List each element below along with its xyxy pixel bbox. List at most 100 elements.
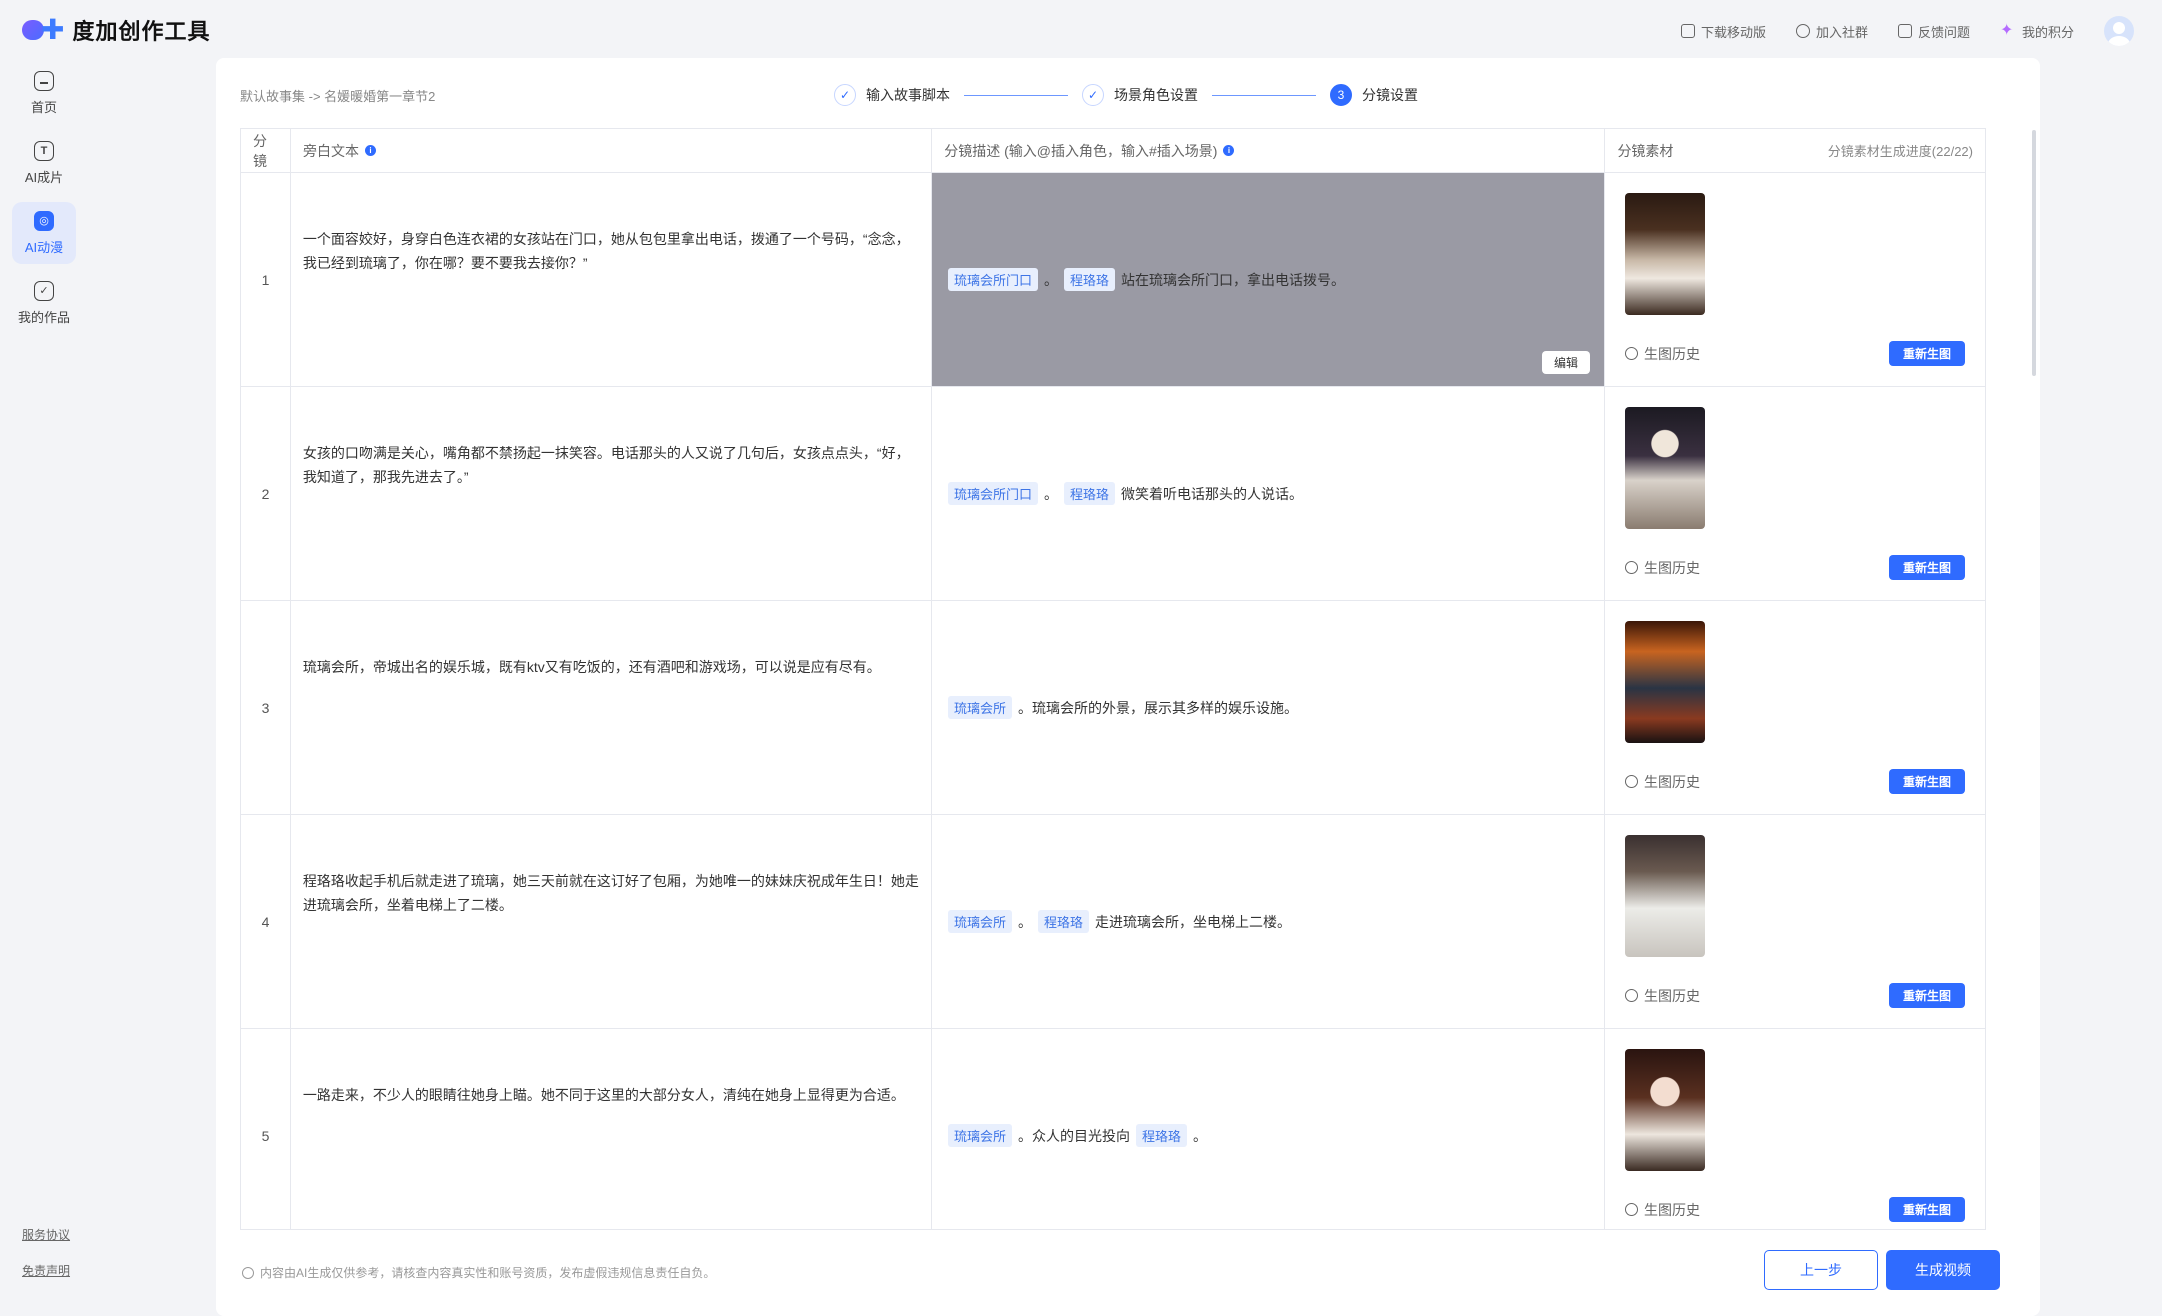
description-text: 。 [1018, 913, 1032, 930]
check-icon: ✓ [34, 280, 54, 301]
info-icon[interactable]: i [364, 145, 376, 156]
history-link[interactable]: 生图历史 [1625, 558, 1700, 578]
entity-tag[interactable]: 琉璃会所 [947, 696, 1012, 719]
logo-icon: ✚ [22, 16, 64, 44]
phone-icon [1680, 24, 1695, 38]
history-link[interactable]: 生图历史 [1625, 772, 1700, 792]
clock-icon [1625, 347, 1638, 360]
header-shot: 分镜 [241, 129, 291, 172]
sidebar-item-label: 首页 [30, 99, 57, 115]
entity-tag[interactable]: 琉璃会所门口 [947, 268, 1038, 291]
regenerate-button[interactable]: 重新生图 [1888, 1197, 1965, 1222]
home-icon [34, 70, 54, 91]
narration-cell[interactable]: 琉璃会所，帝城出名的娱乐城，既有ktv又有吃饭的，还有酒吧和游戏场，可以说是应有… [291, 601, 932, 814]
sidebar-item-ai-anime[interactable]: ◎ AI动漫 [12, 202, 76, 264]
table-row: 4 程珞珞收起手机后就走进了琉璃，她三天前就在这订好了包厢，为她唯一的妹妹庆祝成… [241, 815, 1985, 1029]
my-points-link[interactable]: ✦ 我的积分 [2000, 22, 2074, 41]
step-storyboard[interactable]: 3 分镜设置 [1330, 84, 1418, 106]
header-description-label: 分镜描述 (输入@插入角色，输入#插入场景) [944, 142, 1218, 159]
history-label: 生图历史 [1644, 345, 1700, 362]
description-text: 。 [1044, 271, 1058, 288]
description-content: 琉璃会所门口。程珞珞 微笑着听电话那头的人说话。 [947, 482, 1303, 505]
description-content: 琉璃会所门口。程珞珞 站在琉璃会所门口，拿出电话拨号。 [947, 268, 1345, 291]
description-cell[interactable]: 琉璃会所 。众人的目光投向 程珞珞。 [932, 1029, 1605, 1229]
check-icon: ✓ [834, 84, 856, 106]
sidebar-item-ai-film[interactable]: T AI成片 [12, 132, 76, 194]
description-cell[interactable]: 琉璃会所 。琉璃会所的外景，展示其多样的娱乐设施。 [932, 601, 1605, 814]
asset-cell: 生图历史 重新生图 [1605, 601, 1985, 814]
breadcrumb: 默认故事集 -> 名媛暖婚第一章节2 [240, 89, 436, 104]
description-text: 。琉璃会所的外景，展示其多样的娱乐设施。 [1018, 699, 1298, 716]
description-content: 琉璃会所。程珞珞 走进琉璃会所，坐电梯上二楼。 [947, 910, 1291, 933]
history-label: 生图历史 [1644, 559, 1700, 576]
table-row: 5 一路走来，不少人的眼睛往她身上瞄。她不同于这里的大部分女人，清纯在她身上显得… [241, 1029, 1985, 1229]
sidebar-item-my-works[interactable]: ✓ 我的作品 [12, 272, 76, 334]
narration-cell[interactable]: 程珞珞收起手机后就走进了琉璃，她三天前就在这订好了包厢，为她唯一的妹妹庆祝成年生… [291, 815, 932, 1028]
shot-index: 5 [241, 1029, 291, 1229]
step-label: 场景角色设置 [1114, 87, 1198, 103]
asset-cell: 生图历史 重新生图 [1605, 815, 1985, 1028]
narration-cell[interactable]: 一个面容姣好，身穿白色连衣裙的女孩站在门口，她从包包里拿出电话，拨通了一个号码，… [291, 173, 932, 386]
step-indicator: ✓ 输入故事脚本 ✓ 场景角色设置 3 分镜设置 [834, 84, 1418, 106]
edit-icon [1897, 24, 1912, 38]
download-mobile-link[interactable]: 下载移动版 [1680, 22, 1766, 41]
sidebar-item-home[interactable]: 首页 [12, 62, 76, 124]
storyboard-thumbnail[interactable] [1625, 835, 1705, 957]
header-asset-label: 分镜素材 [1617, 142, 1674, 159]
storyboard-thumbnail[interactable] [1625, 193, 1705, 315]
generate-video-button[interactable]: 生成视频 [1886, 1250, 2000, 1290]
avatar[interactable] [2104, 16, 2134, 46]
description-text: 。 [1193, 1127, 1208, 1144]
history-label: 生图历史 [1644, 1201, 1700, 1218]
app-logo[interactable]: ✚ 度加创作工具 [22, 14, 210, 46]
info-icon[interactable]: i [1223, 145, 1235, 156]
regenerate-button[interactable]: 重新生图 [1888, 769, 1965, 794]
asset-actions: 生图历史 重新生图 [1625, 769, 1965, 794]
history-link[interactable]: 生图历史 [1625, 986, 1700, 1006]
history-link[interactable]: 生图历史 [1625, 344, 1700, 364]
disclaimer-link[interactable]: 免责声明 [22, 1262, 70, 1279]
step-scene-role[interactable]: ✓ 场景角色设置 [1082, 84, 1198, 106]
table-row: 2 女孩的口吻满是关心，嘴角都不禁扬起一抹笑容。电话那头的人又说了几句后，女孩点… [241, 387, 1985, 601]
history-link[interactable]: 生图历史 [1625, 1200, 1700, 1220]
narration-cell[interactable]: 一路走来，不少人的眼睛往她身上瞄。她不同于这里的大部分女人，清纯在她身上显得更为… [291, 1029, 932, 1229]
feedback-link[interactable]: 反馈问题 [1897, 22, 1970, 41]
join-community-link[interactable]: 加入社群 [1795, 22, 1868, 41]
shot-index: 3 [241, 601, 291, 814]
header-narration: 旁白文本 i [291, 129, 933, 172]
entity-tag[interactable]: 程珞珞 [1064, 268, 1116, 291]
description-text: 。 [1044, 485, 1058, 502]
storyboard-thumbnail[interactable] [1625, 407, 1705, 529]
regenerate-button[interactable]: 重新生图 [1888, 341, 1965, 366]
chat-icon [1795, 24, 1810, 38]
description-content: 琉璃会所 。众人的目光投向 程珞珞。 [947, 1124, 1208, 1147]
shot-index: 2 [241, 387, 291, 600]
asset-actions: 生图历史 重新生图 [1625, 1197, 1965, 1222]
description-cell[interactable]: 琉璃会所。程珞珞 走进琉璃会所，坐电梯上二楼。 [932, 815, 1605, 1028]
asset-progress: 分镜素材生成进度(22/22) [1827, 144, 1973, 159]
edit-button[interactable]: 编辑 [1541, 351, 1590, 374]
step-divider [1212, 94, 1316, 96]
clock-icon [1625, 775, 1638, 788]
terms-link[interactable]: 服务协议 [22, 1226, 70, 1243]
storyboard-thumbnail[interactable] [1625, 1049, 1705, 1171]
description-cell[interactable]: 琉璃会所门口。程珞珞 站在琉璃会所门口，拿出电话拨号。 编辑 [931, 173, 1605, 386]
regenerate-button[interactable]: 重新生图 [1888, 983, 1965, 1008]
table-row: 3 琉璃会所，帝城出名的娱乐城，既有ktv又有吃饭的，还有酒吧和游戏场，可以说是… [241, 601, 1985, 815]
storyboard-thumbnail[interactable] [1625, 621, 1705, 743]
step-input-script[interactable]: ✓ 输入故事脚本 [834, 84, 950, 106]
entity-tag[interactable]: 琉璃会所门口 [947, 482, 1038, 505]
regenerate-button[interactable]: 重新生图 [1888, 555, 1965, 580]
entity-tag[interactable]: 程珞珞 [1064, 482, 1116, 505]
entity-tag[interactable]: 程珞珞 [1136, 1124, 1188, 1147]
narration-cell[interactable]: 女孩的口吻满是关心，嘴角都不禁扬起一抹笑容。电话那头的人又说了几句后，女孩点点头… [291, 387, 932, 600]
scrollbar[interactable] [2032, 130, 2036, 376]
entity-tag[interactable]: 琉璃会所 [947, 1124, 1012, 1147]
entity-tag[interactable]: 程珞珞 [1038, 910, 1090, 933]
check-icon: ✓ [1082, 84, 1104, 106]
prev-step-button[interactable]: 上一步 [1764, 1250, 1878, 1290]
clock-icon [1625, 989, 1638, 1002]
description-cell[interactable]: 琉璃会所门口。程珞珞 微笑着听电话那头的人说话。 [932, 387, 1605, 600]
step-label: 输入故事脚本 [866, 87, 950, 103]
entity-tag[interactable]: 琉璃会所 [947, 910, 1012, 933]
